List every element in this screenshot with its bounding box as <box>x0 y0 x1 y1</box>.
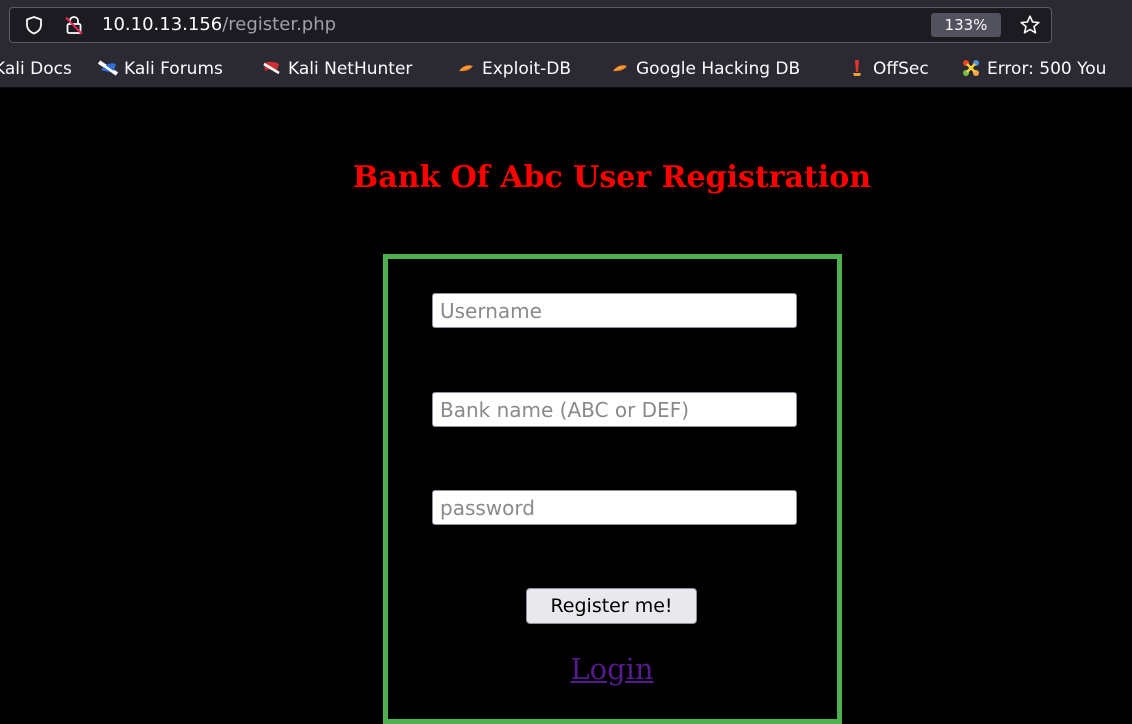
google-hacking-db-icon <box>613 65 627 72</box>
shield-icon[interactable] <box>24 15 44 35</box>
url-path: /register.php <box>222 14 337 35</box>
bookmarks-bar: Kali Docs Kali Forums Kali NetHunter Exp… <box>0 50 1132 88</box>
joomla-icon <box>963 60 979 76</box>
bookmark-google-hacking-db[interactable]: Google Hacking DB <box>610 57 800 81</box>
page-title: Bank Of Abc User Registration <box>352 160 872 195</box>
offsec-icon <box>853 60 861 76</box>
bookmark-label: OffSec <box>873 59 929 79</box>
bookmark-kali-forums[interactable]: Kali Forums <box>98 57 223 81</box>
exploit-db-icon <box>459 65 473 72</box>
bookmark-label: Google Hacking DB <box>636 59 801 79</box>
bookmark-label: Kali NetHunter <box>288 59 413 79</box>
bookmark-label: Error: 500 You <box>987 59 1107 79</box>
bookmark-label: Exploit-DB <box>482 59 571 79</box>
bookmark-label: Kali Forums <box>124 59 223 79</box>
bookmark-kali-nethunter[interactable]: Kali NetHunter <box>262 57 412 81</box>
url-host: 10.10.13.156 <box>102 14 223 35</box>
zoom-level-button[interactable]: 133% <box>931 13 1001 37</box>
username-input[interactable] <box>432 293 797 328</box>
bookmark-offsec[interactable]: OffSec <box>847 57 929 81</box>
insecure-lock-icon[interactable] <box>63 14 85 36</box>
bookmark-exploit-db[interactable]: Exploit-DB <box>456 57 571 81</box>
bookmark-error-500[interactable]: Error: 500 You <box>961 57 1106 81</box>
kali-nethunter-icon <box>263 61 280 75</box>
register-button[interactable]: Register me! <box>526 588 697 624</box>
bookmark-label: Kali Docs <box>0 59 72 79</box>
bank-name-input[interactable] <box>432 392 797 427</box>
password-input[interactable] <box>432 490 797 525</box>
login-link[interactable]: Login <box>0 650 1132 688</box>
bookmark-kali-docs[interactable]: Kali Docs <box>0 57 72 81</box>
url-text[interactable]: 10.10.13.156/register.php <box>102 14 336 36</box>
star-icon[interactable] <box>1018 13 1042 37</box>
browser-toolbar: 10.10.13.156/register.php 133% <box>0 0 1132 50</box>
address-bar[interactable]: 10.10.13.156/register.php 133% <box>9 7 1052 43</box>
kali-forums-icon <box>98 60 118 76</box>
